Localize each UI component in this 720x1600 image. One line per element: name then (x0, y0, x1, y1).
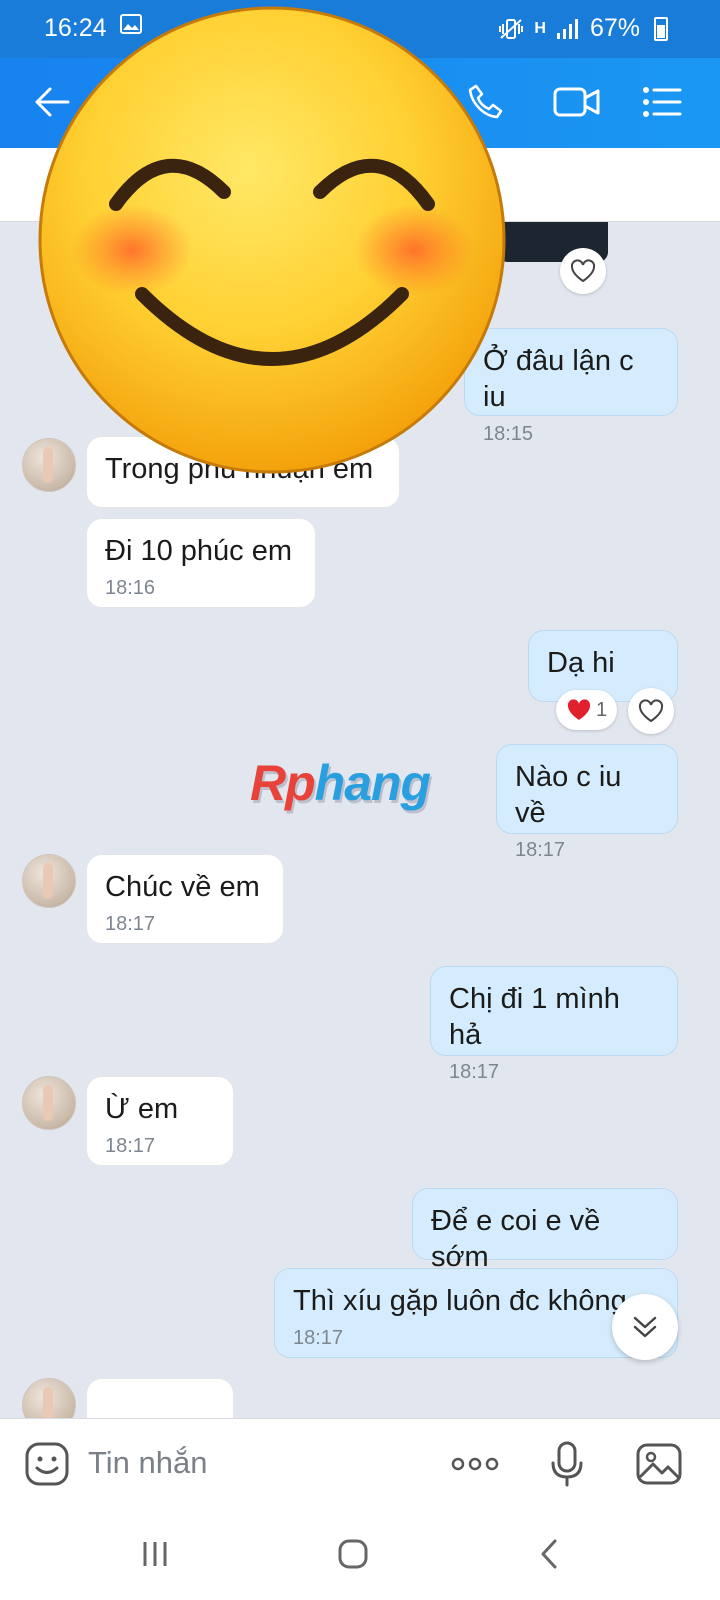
recent-apps-button[interactable] (130, 1534, 180, 1574)
message-time: 18:17 (515, 839, 566, 861)
message-text: Chúc về em (105, 871, 260, 903)
battery-icon (654, 16, 668, 41)
message-bubble-incoming[interactable]: Chúc về em 18:17 (86, 854, 284, 944)
message-time: 18:17 (105, 913, 156, 935)
reaction-count-badge[interactable]: 1 (556, 690, 618, 730)
gallery-button[interactable] (634, 1439, 684, 1489)
double-chevron-down-icon (633, 1316, 657, 1338)
message-text: Để e coi e về sớm (431, 1205, 601, 1273)
heart-outline-icon (638, 699, 664, 723)
message-text: Thì xíu gặp luôn đc không (293, 1285, 627, 1317)
message-time: 18:16 (105, 577, 156, 599)
message-text: Ừ em (105, 1093, 179, 1125)
chat-menu-button[interactable] (638, 78, 686, 126)
sticker-icon (25, 1442, 69, 1486)
avatar[interactable] (22, 1076, 76, 1130)
recent-apps-icon (143, 1542, 167, 1566)
avatar[interactable] (22, 854, 76, 908)
message-text: Dạ hi (547, 647, 615, 679)
home-icon (338, 1539, 368, 1569)
message-input[interactable]: Tin nhắn (88, 1445, 208, 1481)
battery-percent: 67% (589, 14, 640, 42)
home-button[interactable] (328, 1534, 378, 1574)
message-bubble-outgoing[interactable]: Chị đi 1 mình hả 18:17 (430, 966, 678, 1083)
message-composer: Tin nhắn (0, 1418, 720, 1506)
message-time: 18:17 (449, 1061, 500, 1083)
message-time: 18:17 (105, 1135, 156, 1157)
scroll-to-bottom-button[interactable] (612, 1294, 678, 1360)
voice-record-button[interactable] (542, 1439, 592, 1489)
message-time: 18:15 (483, 423, 534, 445)
video-camera-icon (553, 87, 600, 117)
react-button[interactable] (628, 688, 674, 734)
message-time: 18:17 (293, 1327, 344, 1349)
video-call-button[interactable] (550, 78, 604, 126)
reaction-count: 1 (596, 698, 608, 721)
image-icon (636, 1443, 682, 1485)
message-text: Chị đi 1 mình hả (449, 983, 620, 1051)
system-back-button[interactable] (524, 1534, 574, 1574)
signal-icon (556, 18, 578, 39)
more-dots-icon (451, 1457, 499, 1471)
list-menu-icon (643, 87, 682, 117)
react-button[interactable] (560, 248, 606, 294)
message-bubble-outgoing[interactable]: Nào c iu về 18:17 (496, 744, 678, 861)
message-bubble-incoming[interactable]: Ừ em 18:17 (86, 1076, 234, 1166)
message-bubble-incoming[interactable]: Đi 10 phúc em 18:16 (86, 518, 316, 608)
message-text: Đi 10 phúc em (105, 535, 292, 567)
more-options-button[interactable] (450, 1439, 500, 1489)
message-bubble-incoming[interactable] (86, 1378, 234, 1418)
status-right: H 67% (498, 14, 668, 43)
heart-filled-icon (567, 699, 591, 720)
avatar[interactable] (22, 1378, 76, 1418)
network-type: H (534, 19, 546, 37)
back-chevron-icon (541, 1539, 557, 1569)
system-navigation-bar (0, 1506, 720, 1600)
message-text: Nào c iu về (515, 761, 622, 829)
watermark: Rphang (250, 755, 431, 811)
message-bubble-outgoing[interactable]: Để e coi e về sớm (412, 1188, 678, 1273)
microphone-icon (551, 1441, 583, 1487)
smiling-face-emoji-icon (38, 6, 506, 474)
sticker-button[interactable] (22, 1439, 72, 1489)
heart-outline-icon (570, 259, 596, 283)
